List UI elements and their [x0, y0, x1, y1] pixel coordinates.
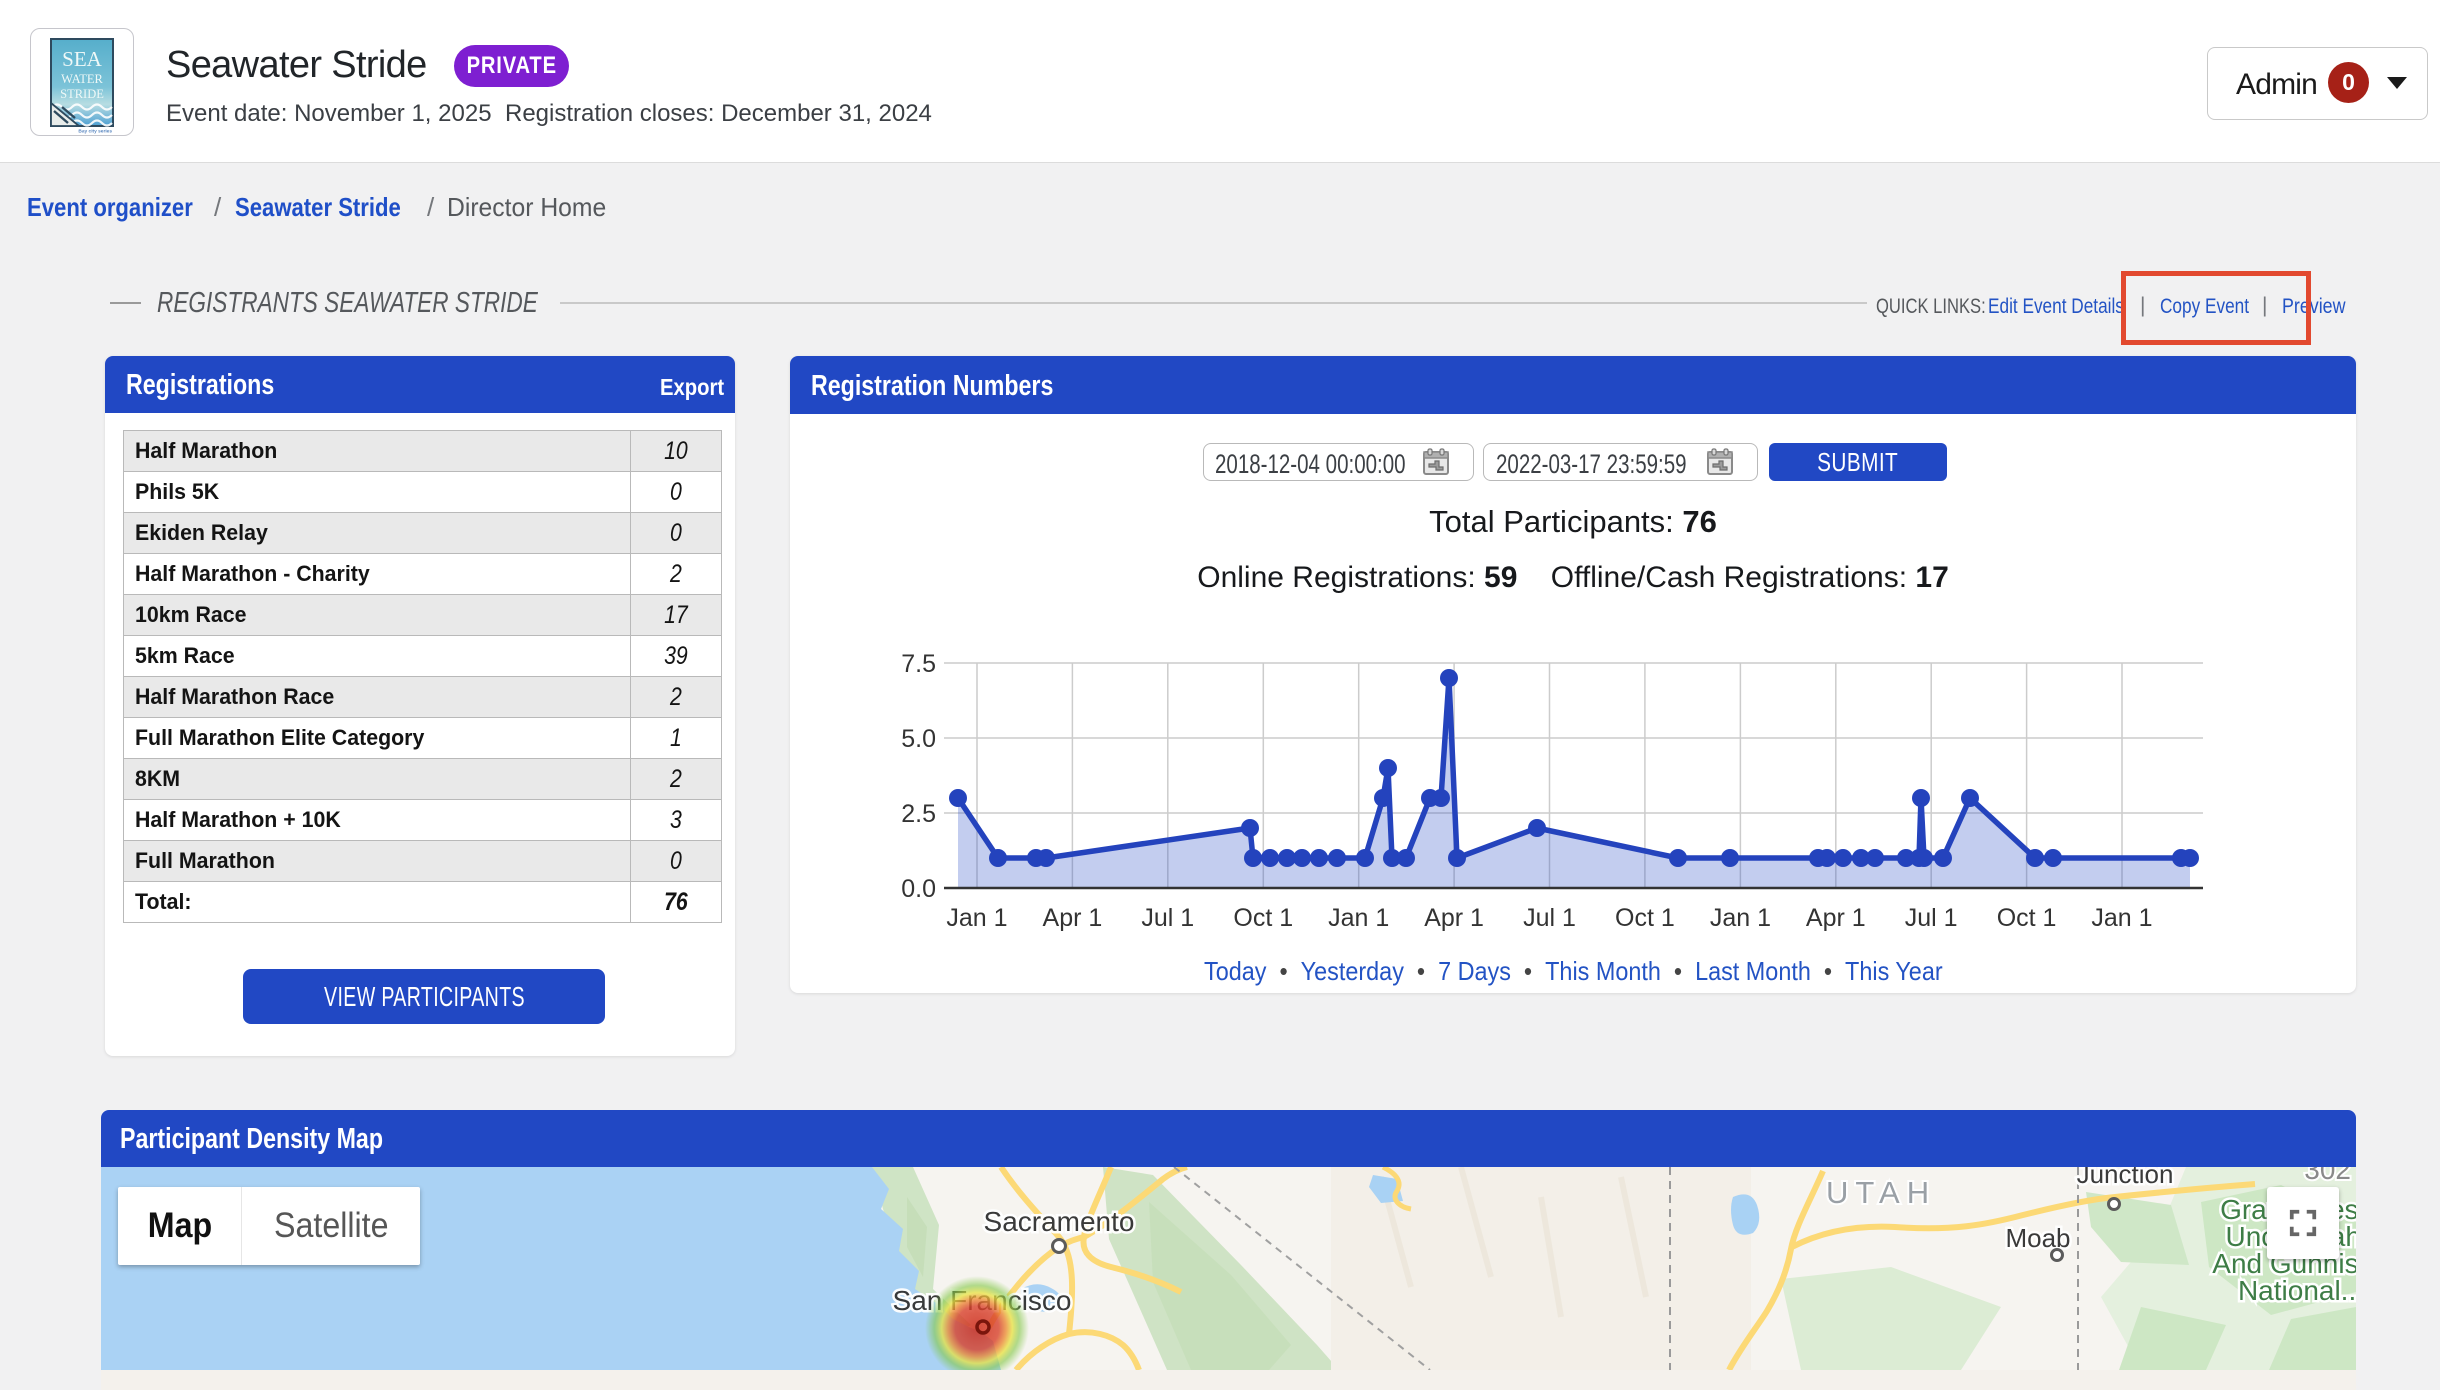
svg-text:SEA: SEA — [62, 47, 103, 71]
svg-text:Bay city series: Bay city series — [78, 129, 112, 135]
svg-text:Apr 1: Apr 1 — [1424, 904, 1484, 932]
svg-text:Jul 1: Jul 1 — [1141, 904, 1194, 932]
svg-text:Oct 1: Oct 1 — [1997, 904, 2057, 932]
svg-text:Apr 1: Apr 1 — [1043, 904, 1103, 932]
svg-text:7.5: 7.5 — [901, 650, 936, 678]
svg-text:Jan 1: Jan 1 — [946, 904, 1007, 932]
svg-text:Jan 1: Jan 1 — [2091, 904, 2152, 932]
svg-text:302: 302 — [2304, 1167, 2351, 1185]
svg-text:Junction: Junction — [2077, 1167, 2174, 1189]
svg-text:Jul 1: Jul 1 — [1905, 904, 1958, 932]
svg-text:Apr 1: Apr 1 — [1806, 904, 1866, 932]
svg-text:5.0: 5.0 — [901, 725, 936, 753]
svg-text:Sacramento: Sacramento — [984, 1206, 1135, 1237]
svg-text:0.0: 0.0 — [901, 875, 936, 903]
svg-text:Oct 1: Oct 1 — [1233, 904, 1293, 932]
svg-text:STRIDE: STRIDE — [60, 87, 104, 101]
svg-text:Oct 1: Oct 1 — [1615, 904, 1675, 932]
svg-text:Jan 1: Jan 1 — [1710, 904, 1771, 932]
svg-text:UTAH: UTAH — [1826, 1175, 1936, 1210]
svg-text:Jul 1: Jul 1 — [1523, 904, 1576, 932]
svg-text:Jan 1: Jan 1 — [1328, 904, 1389, 932]
svg-text:2.5: 2.5 — [901, 800, 936, 828]
svg-text:WATER: WATER — [61, 72, 103, 86]
svg-text:National...: National... — [2238, 1275, 2356, 1306]
svg-text:Moab: Moab — [2005, 1223, 2070, 1253]
